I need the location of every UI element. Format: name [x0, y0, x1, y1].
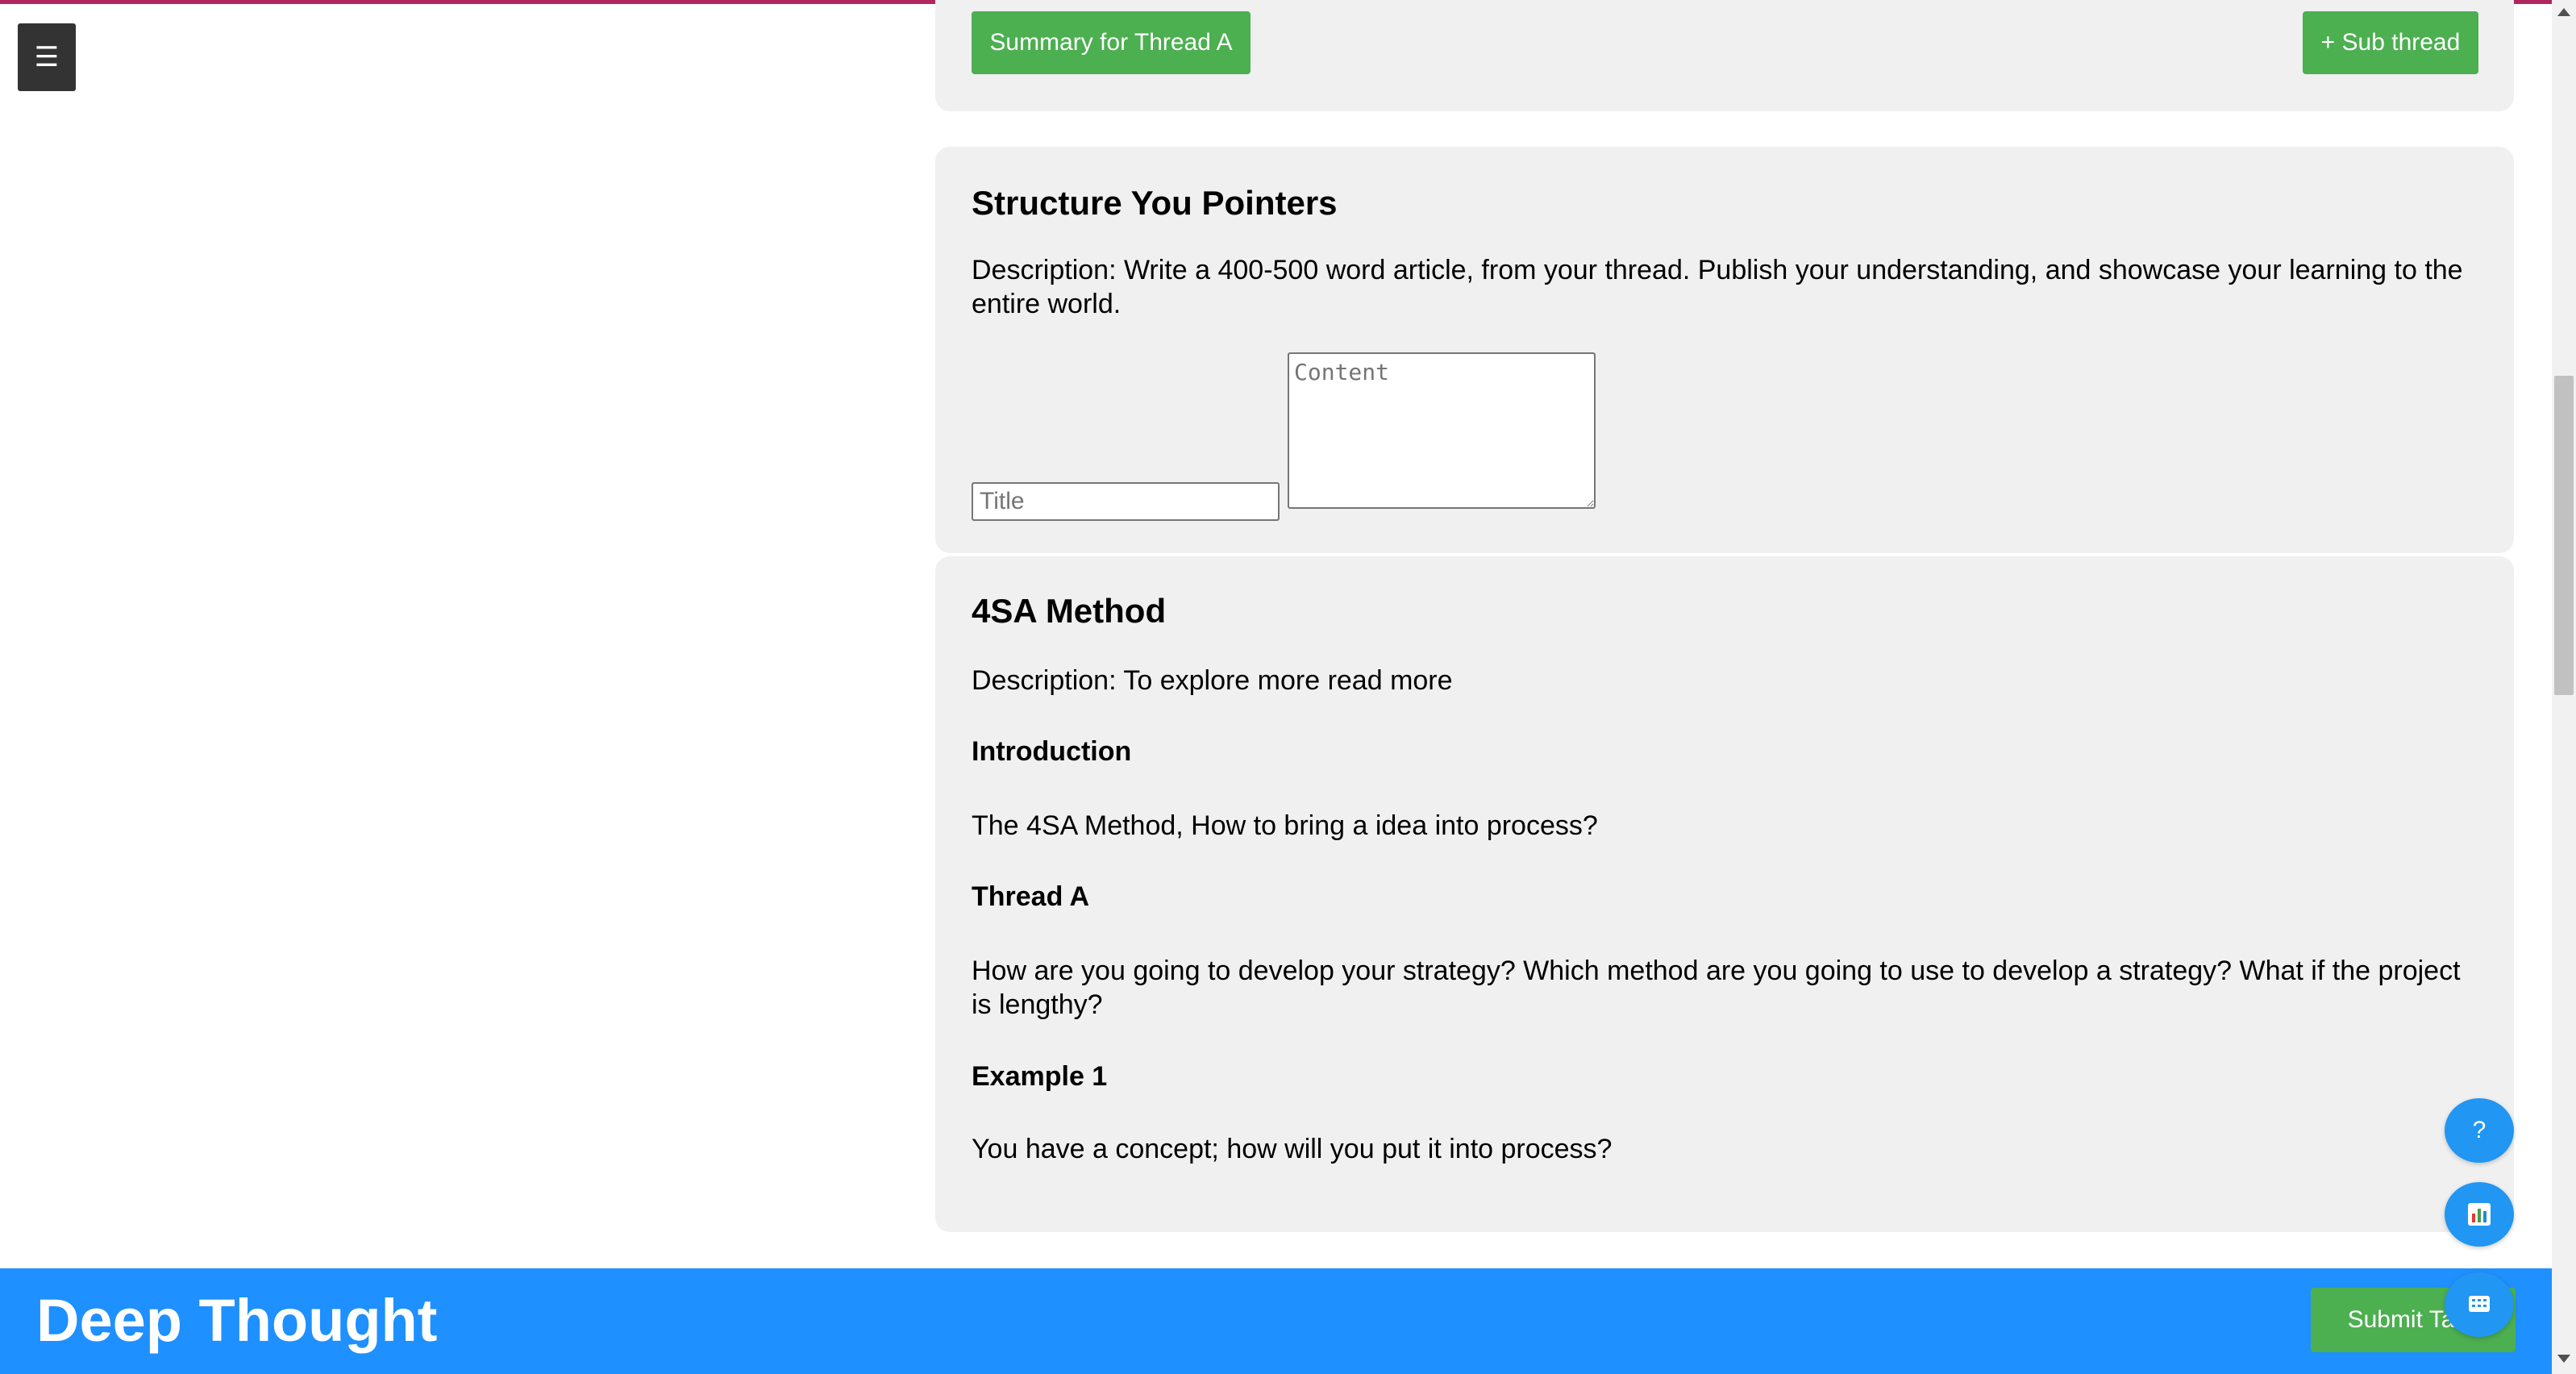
thread-card: Summary for Thread A + Sub thread — [935, 0, 2514, 111]
section-text: How are you going to develop your strate… — [972, 956, 2461, 1020]
section-heading: Example 1 — [972, 1061, 1108, 1092]
scroll-up-arrow-icon[interactable] — [2557, 8, 2570, 16]
content-textarea[interactable] — [1288, 352, 1596, 509]
scroll-down-arrow-icon[interactable] — [2557, 1355, 2570, 1363]
menu-toggle-button[interactable]: ☰ — [18, 23, 76, 91]
title-input[interactable] — [972, 482, 1280, 521]
method-card-description: Description: To explore more read more — [972, 665, 1453, 696]
hamburger-icon: ☰ — [34, 42, 60, 73]
structure-card-title: Structure You Pointers — [972, 184, 1338, 222]
help-icon: ? — [2472, 1117, 2487, 1143]
footer-bar: Deep Thought Submit Task — [0, 1268, 2552, 1374]
structure-card: Structure You Pointers Description: Writ… — [935, 147, 2514, 553]
chart-button[interactable] — [2445, 1182, 2514, 1247]
grid-button[interactable] — [2445, 1272, 2514, 1337]
section-text: You have a concept; how will you put it … — [972, 1134, 1613, 1164]
brand-title: Deep Thought — [36, 1287, 438, 1354]
section-heading: Thread A — [972, 881, 1090, 912]
method-card: 4SA Method Description: To explore more … — [935, 556, 2514, 1232]
add-sub-thread-button[interactable]: + Sub thread — [2303, 11, 2478, 74]
main-scroll-area: Summary for Thread A + Sub thread Struct… — [0, 0, 2552, 1374]
section-heading: Introduction — [972, 736, 1132, 767]
structure-card-description: Description: Write a 400-500 word articl… — [972, 255, 2463, 319]
scrollbar-thumb[interactable] — [2554, 376, 2574, 695]
summary-thread-a-button[interactable]: Summary for Thread A — [972, 11, 1251, 74]
grid-icon — [2469, 1296, 2490, 1312]
section-text: The 4SA Method, How to bring a idea into… — [972, 810, 1598, 841]
help-button[interactable]: ? — [2445, 1098, 2514, 1163]
chart-icon — [2468, 1203, 2491, 1226]
method-card-title: 4SA Method — [972, 592, 1167, 630]
